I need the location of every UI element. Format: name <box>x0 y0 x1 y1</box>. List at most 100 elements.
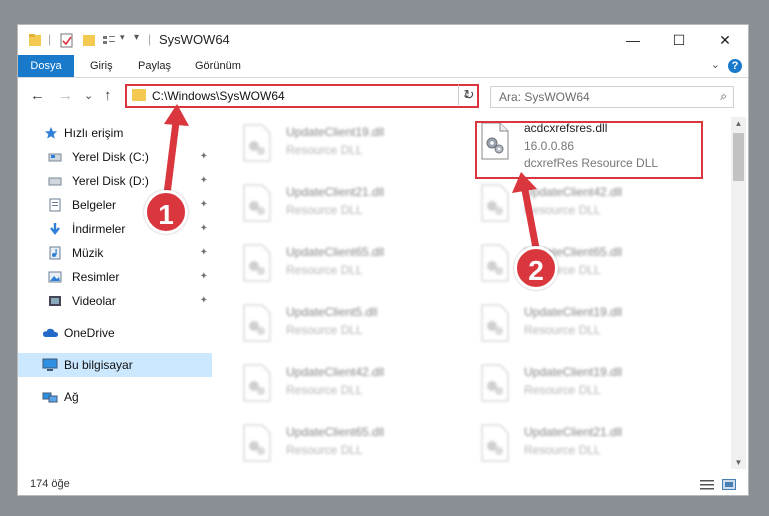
address-bar[interactable]: C:\Windows\SysWOW64 ⌄ <box>125 84 479 108</box>
sidebar-item-this-pc[interactable]: Bu bilgisayar <box>18 353 212 377</box>
back-button[interactable]: ← <box>30 87 45 104</box>
list-item[interactable]: UpdateClient42.dll Resource DLL <box>242 361 462 405</box>
pin-icon[interactable]: ✦ <box>200 241 208 265</box>
qa-customize-icon[interactable]: ▾ <box>134 32 139 48</box>
list-item[interactable]: UpdateClient19.dll Resource DLL <box>480 301 700 345</box>
pin-icon[interactable]: ✦ <box>200 265 208 289</box>
scroll-down-icon[interactable]: ▼ <box>731 458 746 467</box>
recent-locations-button[interactable]: ⌄ <box>84 89 93 102</box>
tab-share[interactable]: Paylaş <box>138 55 171 77</box>
list-item[interactable]: UpdateClient65.dll Resource DLL <box>480 241 700 285</box>
help-icon[interactable]: ? <box>728 59 742 73</box>
folder-icon <box>132 89 146 101</box>
file-type: Resource DLL <box>286 143 363 157</box>
file-name: UpdateClient19.dll <box>524 365 623 379</box>
sidebar-item-label: Videolar <box>72 294 116 308</box>
file-type: Resource DLL <box>286 443 363 457</box>
pictures-icon <box>48 271 62 283</box>
forward-button[interactable]: → <box>58 87 73 104</box>
sidebar-item-music[interactable]: Müzik ✦ <box>18 241 212 265</box>
pin-icon[interactable]: ✦ <box>200 289 208 313</box>
maximize-button[interactable]: ☐ <box>656 25 702 55</box>
list-item[interactable]: UpdateClient42.dll Resource DLL <box>480 181 700 225</box>
navigation-pane: Hızlı erişim Yerel Disk (C:) ✦ Yerel Dis… <box>18 117 212 469</box>
pin-icon[interactable]: ✦ <box>200 217 208 241</box>
highlight-box <box>475 121 703 179</box>
dll-file-icon <box>481 364 509 402</box>
list-item[interactable]: UpdateClient65.dll Resource DLL <box>242 241 462 285</box>
file-name: UpdateClient42.dll <box>286 365 385 379</box>
vertical-scrollbar[interactable]: ▲ ▼ <box>731 117 746 469</box>
star-icon <box>45 127 57 139</box>
file-name: UpdateClient21.dll <box>286 185 385 199</box>
folder-icon <box>29 34 41 46</box>
ribbon-tabs: Dosya Giriş Paylaş Görünüm ⌄ ? <box>18 55 748 78</box>
pin-icon[interactable]: ✦ <box>200 145 208 169</box>
address-path[interactable]: C:\Windows\SysWOW64 <box>152 89 285 103</box>
download-icon <box>50 223 60 235</box>
separator: | <box>48 32 52 46</box>
list-item[interactable]: UpdateClient65.dll Resource DLL <box>242 421 462 465</box>
new-folder-icon[interactable] <box>82 32 96 48</box>
tab-view[interactable]: Görünüm <box>195 55 241 77</box>
file-name: UpdateClient65.dll <box>286 245 385 259</box>
title-bar: | ▾ ▾ | SysWOW64 — ☐ ✕ <box>18 25 748 55</box>
refresh-button[interactable]: ↻ <box>458 85 479 105</box>
file-type: Resource DLL <box>286 203 363 217</box>
cloud-icon <box>43 328 58 337</box>
status-bar: 174 öğe <box>18 473 748 495</box>
dll-file-icon <box>243 184 271 222</box>
dll-file-icon <box>481 304 509 342</box>
tab-file[interactable]: Dosya <box>18 55 74 77</box>
sidebar-item-onedrive[interactable]: OneDrive <box>18 321 212 345</box>
step-marker-2: 2 <box>514 246 558 290</box>
sidebar-item-label: Ağ <box>64 390 79 404</box>
large-icons-view-icon[interactable] <box>722 479 736 490</box>
dll-file-icon <box>243 304 271 342</box>
dll-file-icon <box>243 364 271 402</box>
list-item[interactable]: UpdateClient21.dll Resource DLL <box>480 421 700 465</box>
file-type: Resource DLL <box>524 383 601 397</box>
minimize-button[interactable]: — <box>610 25 656 55</box>
sidebar-item-quick-access[interactable]: Hızlı erişim <box>18 121 212 145</box>
sidebar-item-network[interactable]: Ağ <box>18 385 212 409</box>
sidebar-item-pictures[interactable]: Resimler ✦ <box>18 265 212 289</box>
video-icon <box>49 296 61 306</box>
expand-ribbon-icon[interactable]: ⌄ <box>711 58 720 71</box>
sidebar-item-local-disk-c[interactable]: Yerel Disk (C:) ✦ <box>18 145 212 169</box>
music-icon <box>49 246 61 260</box>
tab-home[interactable]: Giriş <box>90 55 113 77</box>
list-item[interactable]: UpdateClient19.dll Resource DLL <box>480 361 700 405</box>
file-type: Resource DLL <box>524 323 601 337</box>
list-item[interactable]: UpdateClient5.dll Resource DLL <box>242 301 462 345</box>
scrollbar-thumb[interactable] <box>733 133 744 181</box>
drive-icon <box>48 177 62 186</box>
sidebar-item-local-disk-d[interactable]: Yerel Disk (D:) ✦ <box>18 169 212 193</box>
item-count: 174 öğe <box>30 478 70 490</box>
list-item[interactable]: UpdateClient19.dll Resource DLL <box>242 121 462 165</box>
customize-toolbar-icon[interactable] <box>102 32 118 48</box>
pin-icon[interactable]: ✦ <box>200 169 208 193</box>
explorer-window: | ▾ ▾ | SysWOW64 — ☐ ✕ Dosya Giriş Payla… <box>17 24 749 496</box>
scroll-up-icon[interactable]: ▲ <box>731 119 746 128</box>
search-icon[interactable]: ⌕ <box>720 89 727 104</box>
documents-icon <box>49 198 61 212</box>
file-name: UpdateClient65.dll <box>286 425 385 439</box>
dll-file-icon <box>481 184 509 222</box>
up-button[interactable]: ↑ <box>104 87 112 104</box>
search-input[interactable]: Ara: SysWOW64 ⌕ <box>490 86 734 108</box>
search-placeholder: Ara: SysWOW64 <box>499 90 590 104</box>
list-item[interactable]: UpdateClient21.dll Resource DLL <box>242 181 462 225</box>
details-view-icon[interactable] <box>700 479 714 490</box>
qa-dropdown-icon[interactable]: ▾ <box>120 32 125 48</box>
dll-file-icon <box>243 424 271 462</box>
network-icon <box>42 392 58 403</box>
sidebar-item-videos[interactable]: Videolar ✦ <box>18 289 212 313</box>
separator: | <box>148 32 152 46</box>
file-type: Resource DLL <box>524 203 601 217</box>
pin-icon[interactable]: ✦ <box>200 193 208 217</box>
close-button[interactable]: ✕ <box>702 25 748 55</box>
step-marker-1: 1 <box>144 190 188 234</box>
properties-icon[interactable] <box>60 32 74 48</box>
computer-icon <box>42 358 58 371</box>
